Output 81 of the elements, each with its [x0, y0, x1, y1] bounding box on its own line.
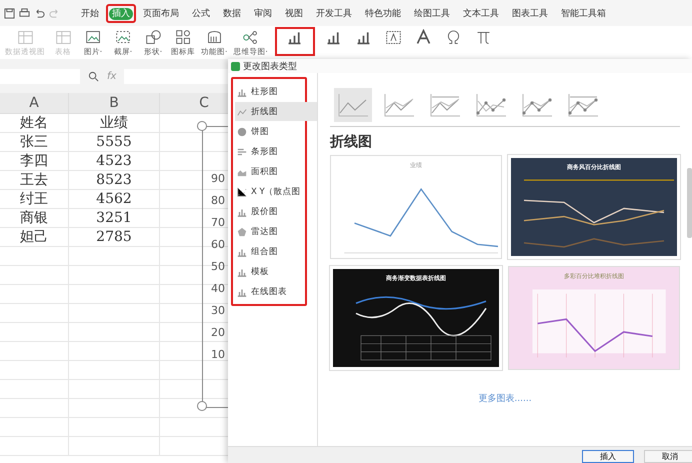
table-cell: 5555	[69, 133, 160, 151]
chart-type-item[interactable]: X Y（散点图	[235, 182, 317, 201]
axis-label: 30	[211, 305, 225, 317]
chart-type-item[interactable]: 在线图表	[235, 282, 317, 301]
menu-tab[interactable]: 文本工具	[460, 8, 502, 20]
table-cell: 张三	[0, 133, 69, 151]
bar-chart-icon	[237, 86, 247, 96]
column-header[interactable]: A	[0, 93, 69, 113]
online-chart-icon	[237, 286, 247, 296]
template-chart-icon	[237, 266, 247, 276]
chart-type-item[interactable]: 股价图	[235, 202, 317, 221]
pivot-icon	[16, 29, 34, 46]
save-icon[interactable]	[4, 8, 15, 18]
axis-label: 90	[211, 173, 225, 185]
combo-chart-icon	[237, 246, 247, 256]
picture-icon	[84, 29, 102, 46]
formula-icon	[475, 29, 492, 46]
function-icon	[206, 29, 223, 46]
menu-tab[interactable]: 开发工具	[313, 8, 355, 20]
axis-label: 80	[211, 195, 225, 207]
ribbon-tool[interactable]	[274, 27, 315, 56]
chart-type-item[interactable]: 组合图	[235, 242, 317, 261]
textbox-icon	[385, 29, 402, 46]
menu-tab[interactable]: 特色功能	[362, 8, 404, 20]
chart-type-item[interactable]: 条形图	[235, 142, 317, 161]
chart-type-item[interactable]: 饼图	[235, 122, 317, 141]
shapes-icon	[144, 29, 162, 46]
table-cell: 8523	[69, 171, 160, 189]
table-cell: 王去	[0, 171, 69, 189]
wordart-icon	[415, 29, 432, 46]
column-header[interactable]: B	[69, 93, 160, 113]
zoom-icon[interactable]	[88, 70, 99, 82]
pie-chart-icon	[237, 126, 247, 136]
menu-tab[interactable]: 图表工具	[509, 8, 551, 20]
table-cell: 2785	[69, 228, 160, 246]
hbar-chart-icon	[237, 146, 247, 156]
app-logo-icon	[231, 62, 240, 70]
stock-chart-icon	[237, 206, 247, 216]
axis-label: 60	[211, 239, 225, 251]
axis-label: 40	[211, 283, 225, 295]
section-heading: 折线图	[330, 133, 373, 151]
iconlib-icon	[174, 29, 192, 46]
menu-tab[interactable]: 视图	[282, 8, 306, 20]
scrollbar-thumb[interactable]	[687, 168, 692, 238]
table-cell: 4562	[69, 190, 160, 208]
menu-tab[interactable]: 绘图工具	[411, 8, 453, 20]
line-subtype-icon[interactable]	[334, 88, 372, 122]
resize-handle[interactable]	[197, 401, 207, 411]
axis-label: 10	[211, 349, 225, 361]
chart-type-item[interactable]: 面积图	[235, 162, 317, 181]
table-cell: 商银	[0, 209, 69, 227]
table-cell: 业绩	[69, 114, 160, 132]
insert-button[interactable]: 插入	[582, 450, 634, 463]
table-cell: 妲己	[0, 228, 69, 246]
screenshot-icon	[114, 29, 132, 46]
menu-tab[interactable]: 智能工具箱	[558, 8, 609, 20]
chart-type-item[interactable]: 模板	[235, 262, 317, 281]
table-icon	[54, 29, 72, 46]
chart-type-item[interactable]: 折线图	[235, 102, 317, 121]
menu-tab[interactable]: 公式	[189, 8, 213, 20]
undo-icon[interactable]	[34, 8, 45, 18]
print-icon[interactable]	[19, 8, 30, 18]
axis-label: 70	[211, 217, 225, 229]
mindmap-icon	[242, 29, 260, 46]
table-cell: 纣王	[0, 190, 69, 208]
table-cell: 李四	[0, 152, 69, 170]
table-cell: 姓名	[0, 114, 69, 132]
menu-tab[interactable]: 审阅	[251, 8, 275, 20]
dialog-title: 更改图表类型	[243, 60, 297, 72]
axis-label: 50	[211, 261, 225, 273]
cancel-button[interactable]: 取消	[644, 450, 692, 463]
resize-handle[interactable]	[197, 121, 207, 131]
axis-label: 20	[211, 327, 225, 339]
chart-type-item[interactable]: 雷达图	[235, 222, 317, 241]
radar-chart-icon	[237, 226, 247, 236]
menu-tab[interactable]: 数据	[220, 8, 244, 20]
table-cell: 4523	[69, 152, 160, 170]
table-cell: 3251	[69, 209, 160, 227]
menu-tab[interactable]: 开始	[78, 8, 102, 20]
menu-tab[interactable]: 页面布局	[140, 8, 182, 20]
line-chart-icon	[237, 106, 247, 116]
